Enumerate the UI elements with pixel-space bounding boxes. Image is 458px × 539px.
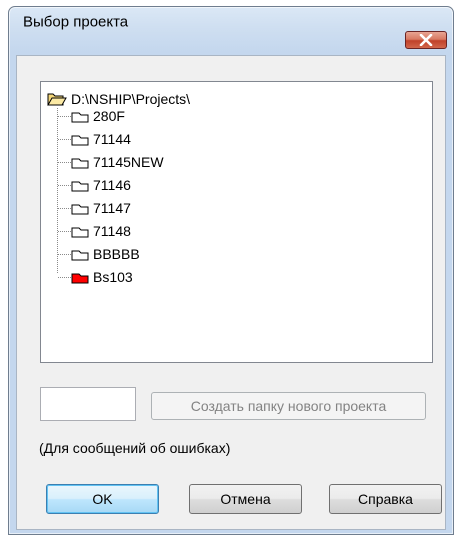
- tree-connector-branch: [58, 139, 71, 140]
- project-tree[interactable]: D:\NSHIP\Projects\ 280F 71144 71145NEW 7…: [40, 81, 433, 363]
- tree-item-label: 71148: [93, 223, 131, 239]
- close-icon: [419, 34, 433, 46]
- project-select-dialog: Выбор проекта D:\NSHIP\Projects\ 280F 71…: [8, 6, 454, 535]
- tree-item-label: 71147: [93, 200, 131, 216]
- folder-selected-icon: [71, 273, 89, 283]
- tree-item-selected[interactable]: Bs103: [71, 268, 133, 286]
- tree-item-label: 71146: [93, 177, 131, 193]
- tree-connector-branch: [58, 231, 71, 232]
- folder-icon: [71, 181, 89, 191]
- folder-icon: [71, 204, 89, 214]
- tree-item-label: BBBBB: [93, 246, 140, 262]
- tree-item[interactable]: 71145NEW: [71, 153, 164, 171]
- ok-button[interactable]: OK: [46, 484, 159, 514]
- cancel-button[interactable]: Отмена: [189, 484, 302, 514]
- tree-connector-branch: [58, 254, 71, 255]
- tree-root-label: D:\NSHIP\Projects\: [71, 91, 191, 107]
- folder-icon: [71, 135, 89, 145]
- tree-connector-branch: [58, 116, 71, 117]
- tree-connector-branch: [58, 185, 71, 186]
- dialog-client-area: D:\NSHIP\Projects\ 280F 71144 71145NEW 7…: [16, 55, 446, 530]
- tree-connector-branch: [58, 162, 71, 163]
- tree-item[interactable]: 71147: [71, 199, 131, 217]
- project-name-input[interactable]: [40, 387, 136, 421]
- tree-connector-branch: [58, 277, 71, 278]
- tree-item[interactable]: 71144: [71, 130, 131, 148]
- folder-open-icon: [47, 93, 67, 106]
- dialog-title: Выбор проекта: [23, 13, 129, 31]
- tree-item[interactable]: 280F: [71, 107, 125, 125]
- folder-icon: [71, 112, 89, 122]
- help-button[interactable]: Справка: [329, 484, 442, 514]
- tree-item[interactable]: 71148: [71, 222, 131, 240]
- tree-item-label: 71144: [93, 131, 131, 147]
- tree-item[interactable]: 71146: [71, 176, 131, 194]
- close-button[interactable]: [405, 31, 447, 49]
- tree-connector-line: [57, 108, 58, 273]
- folder-icon: [71, 158, 89, 168]
- tree-connector-branch: [58, 208, 71, 209]
- folder-icon: [71, 227, 89, 237]
- tree-root-item[interactable]: D:\NSHIP\Projects\: [47, 90, 190, 108]
- tree-item-label: 280F: [93, 108, 125, 124]
- tree-item-label: Bs103: [93, 269, 133, 285]
- title-bar[interactable]: Выбор проекта: [9, 7, 453, 49]
- folder-icon: [71, 250, 89, 260]
- tree-item[interactable]: BBBBB: [71, 245, 140, 263]
- error-message-text: (Для сообщений об ошибках): [39, 440, 231, 456]
- create-project-folder-button[interactable]: Создать папку нового проекта: [151, 392, 426, 420]
- tree-item-label: 71145NEW: [93, 154, 164, 170]
